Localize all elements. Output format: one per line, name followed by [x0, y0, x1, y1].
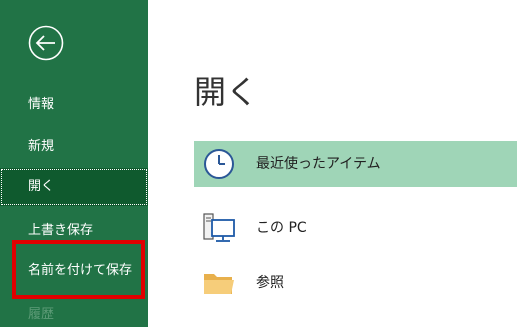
sidebar-item-save[interactable]: 上書き保存	[0, 212, 148, 250]
sidebar-item-label: 新規	[28, 139, 55, 154]
page-title: 開く	[194, 73, 259, 111]
sidebar-item-label: 上書き保存	[28, 223, 94, 238]
sidebar-item-label: 情報	[28, 97, 55, 112]
location-this-pc[interactable]: この PC	[194, 205, 517, 251]
sidebar-item-new[interactable]: 新規	[0, 128, 148, 166]
sidebar-item-label: 履歴	[28, 307, 55, 322]
sidebar-item-label: 開く	[28, 179, 55, 194]
location-label: 参照	[256, 275, 284, 291]
location-recent[interactable]: 最近使ったアイテム	[194, 141, 517, 187]
folder-icon	[202, 266, 236, 300]
sidebar-item-label: 名前を付けて保存	[28, 263, 133, 278]
back-button[interactable]	[28, 25, 64, 61]
sidebar-item-open[interactable]: 開く	[0, 168, 148, 206]
location-label: この PC	[256, 220, 307, 236]
sidebar-item-info[interactable]: 情報	[0, 86, 148, 124]
computer-icon	[202, 211, 236, 245]
sidebar-item-save-as[interactable]: 名前を付けて保存	[0, 252, 148, 290]
location-browse[interactable]: 参照	[194, 260, 517, 306]
location-label: 最近使ったアイテム	[256, 156, 381, 172]
back-arrow-icon	[28, 25, 64, 61]
clock-icon	[202, 147, 236, 181]
backstage-sidebar: 情報 新規 開く 上書き保存 名前を付けて保存 履歴	[0, 0, 148, 327]
sidebar-item-history[interactable]: 履歴	[0, 296, 148, 327]
